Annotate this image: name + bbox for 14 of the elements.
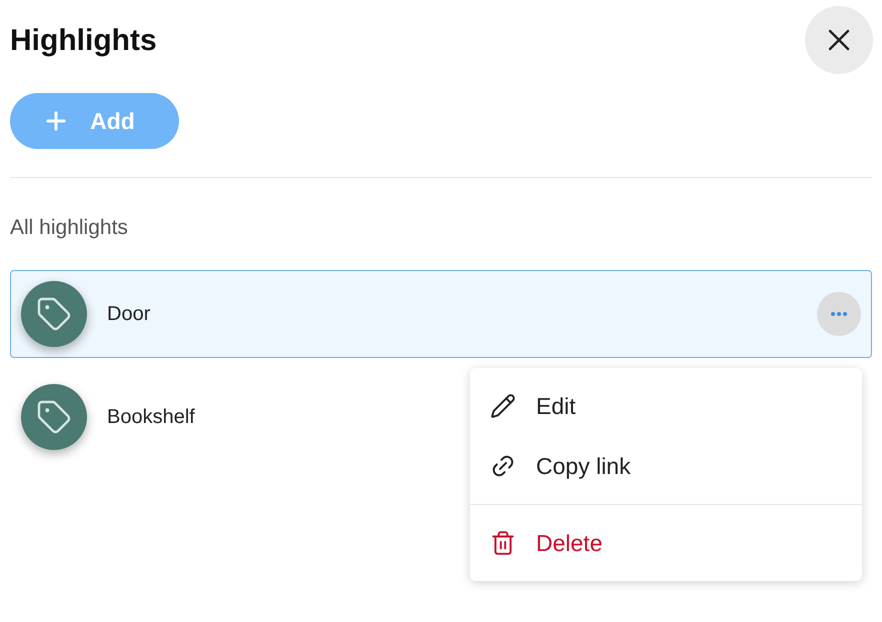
trash-icon — [490, 530, 516, 556]
section-label: All highlights — [10, 215, 129, 241]
highlight-name: Door — [107, 302, 150, 326]
tag-icon — [36, 296, 72, 332]
menu-item[interactable]: Delete — [470, 513, 862, 573]
menu-item[interactable]: Copy link — [470, 436, 862, 496]
pencil-icon — [490, 393, 516, 419]
panel-title: Highlights — [10, 22, 157, 58]
more-icon — [831, 312, 847, 316]
tag-icon — [36, 398, 72, 434]
highlight-row[interactable]: Bookshelf — [10, 384, 206, 450]
highlight-name: Bookshelf — [107, 404, 195, 430]
highlight-row[interactable]: Door — [10, 270, 872, 358]
menu-item[interactable]: Edit — [470, 376, 862, 436]
